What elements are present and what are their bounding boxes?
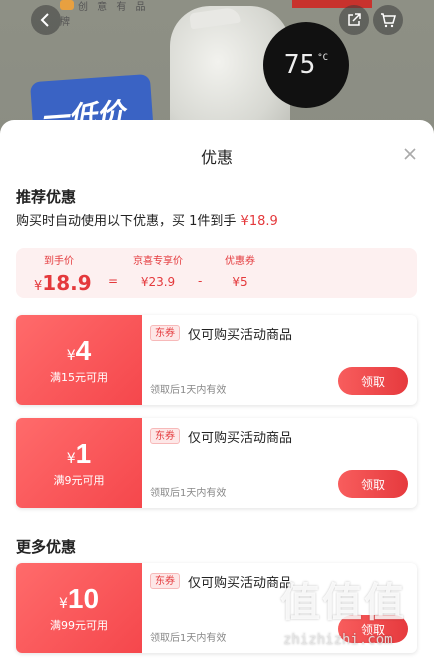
claim-button[interactable]: 领取 bbox=[338, 470, 408, 498]
share-icon bbox=[348, 13, 361, 26]
coupon-value-panel: ¥10 满99元可用 bbox=[16, 563, 142, 653]
product-image-area: 创 意 有 品 牌 75 °C 一低价 bbox=[0, 0, 434, 140]
final-price: ¥18.9 bbox=[240, 214, 278, 229]
cart-button[interactable] bbox=[373, 5, 403, 35]
back-button[interactable] bbox=[31, 5, 61, 35]
watermark-logo: 值值值 bbox=[280, 580, 406, 626]
price-breakdown: 到手价 ¥18.9 = 京喜专享价 ¥23.9 - 优惠券 ¥5 bbox=[16, 248, 417, 298]
breakdown-member-price: 京喜专享价 ¥23.9 bbox=[133, 256, 183, 289]
temperature-display: 75 °C bbox=[263, 22, 349, 108]
coupon-amount: 1 bbox=[75, 438, 92, 469]
coupon-tag: 东券 bbox=[150, 428, 180, 444]
coupon-condition: 满15元可用 bbox=[50, 371, 108, 384]
coupon-tag: 东券 bbox=[150, 325, 180, 341]
minus-sign: - bbox=[198, 274, 203, 288]
more-heading: 更多优惠 bbox=[16, 538, 77, 556]
equals-sign: = bbox=[108, 274, 119, 288]
cart-icon bbox=[381, 13, 396, 28]
sheet-title: 优惠 bbox=[200, 148, 233, 167]
coupon-amount: 4 bbox=[75, 335, 92, 366]
coupon-tag: 东券 bbox=[150, 573, 180, 589]
close-icon[interactable] bbox=[402, 146, 418, 162]
coupon-validity: 领取后1天内有效 bbox=[150, 488, 227, 499]
coupon-validity: 领取后1天内有效 bbox=[150, 633, 227, 644]
coupon-value-panel: ¥1 满9元可用 bbox=[16, 418, 142, 508]
coupon-card: ¥4 满15元可用 东券 仅可购买活动商品 领取后1天内有效 领取 bbox=[16, 315, 417, 405]
recommended-description: 购买时自动使用以下优惠，买 1件到手 ¥18.9 bbox=[16, 214, 278, 229]
coupon-condition: 满9元可用 bbox=[53, 474, 105, 487]
breakdown-coupon: 优惠券 ¥5 bbox=[225, 256, 255, 289]
watermark-url: zhizhizhi.com bbox=[283, 632, 393, 648]
temperature-value: 75 bbox=[283, 50, 316, 80]
chevron-left-icon bbox=[40, 13, 49, 27]
temperature-unit: °C bbox=[317, 53, 329, 63]
coupon-name: 仅可购买活动商品 bbox=[188, 431, 293, 446]
coupon-amount: 10 bbox=[67, 583, 100, 614]
coupon-name: 仅可购买活动商品 bbox=[188, 576, 293, 591]
claim-button[interactable]: 领取 bbox=[338, 367, 408, 395]
share-button[interactable] bbox=[339, 5, 369, 35]
coupon-name: 仅可购买活动商品 bbox=[188, 328, 293, 343]
coupon-condition: 满99元可用 bbox=[50, 619, 108, 632]
brand-logo: 创 意 有 品 牌 bbox=[60, 0, 149, 28]
breakdown-total: 到手价 ¥18.9 bbox=[34, 256, 92, 295]
coupon-card: ¥1 满9元可用 东券 仅可购买活动商品 领取后1天内有效 领取 bbox=[16, 418, 417, 508]
recommended-heading: 推荐优惠 bbox=[16, 188, 77, 206]
coupon-value-panel: ¥4 满15元可用 bbox=[16, 315, 142, 405]
coupon-validity: 领取后1天内有效 bbox=[150, 385, 227, 396]
